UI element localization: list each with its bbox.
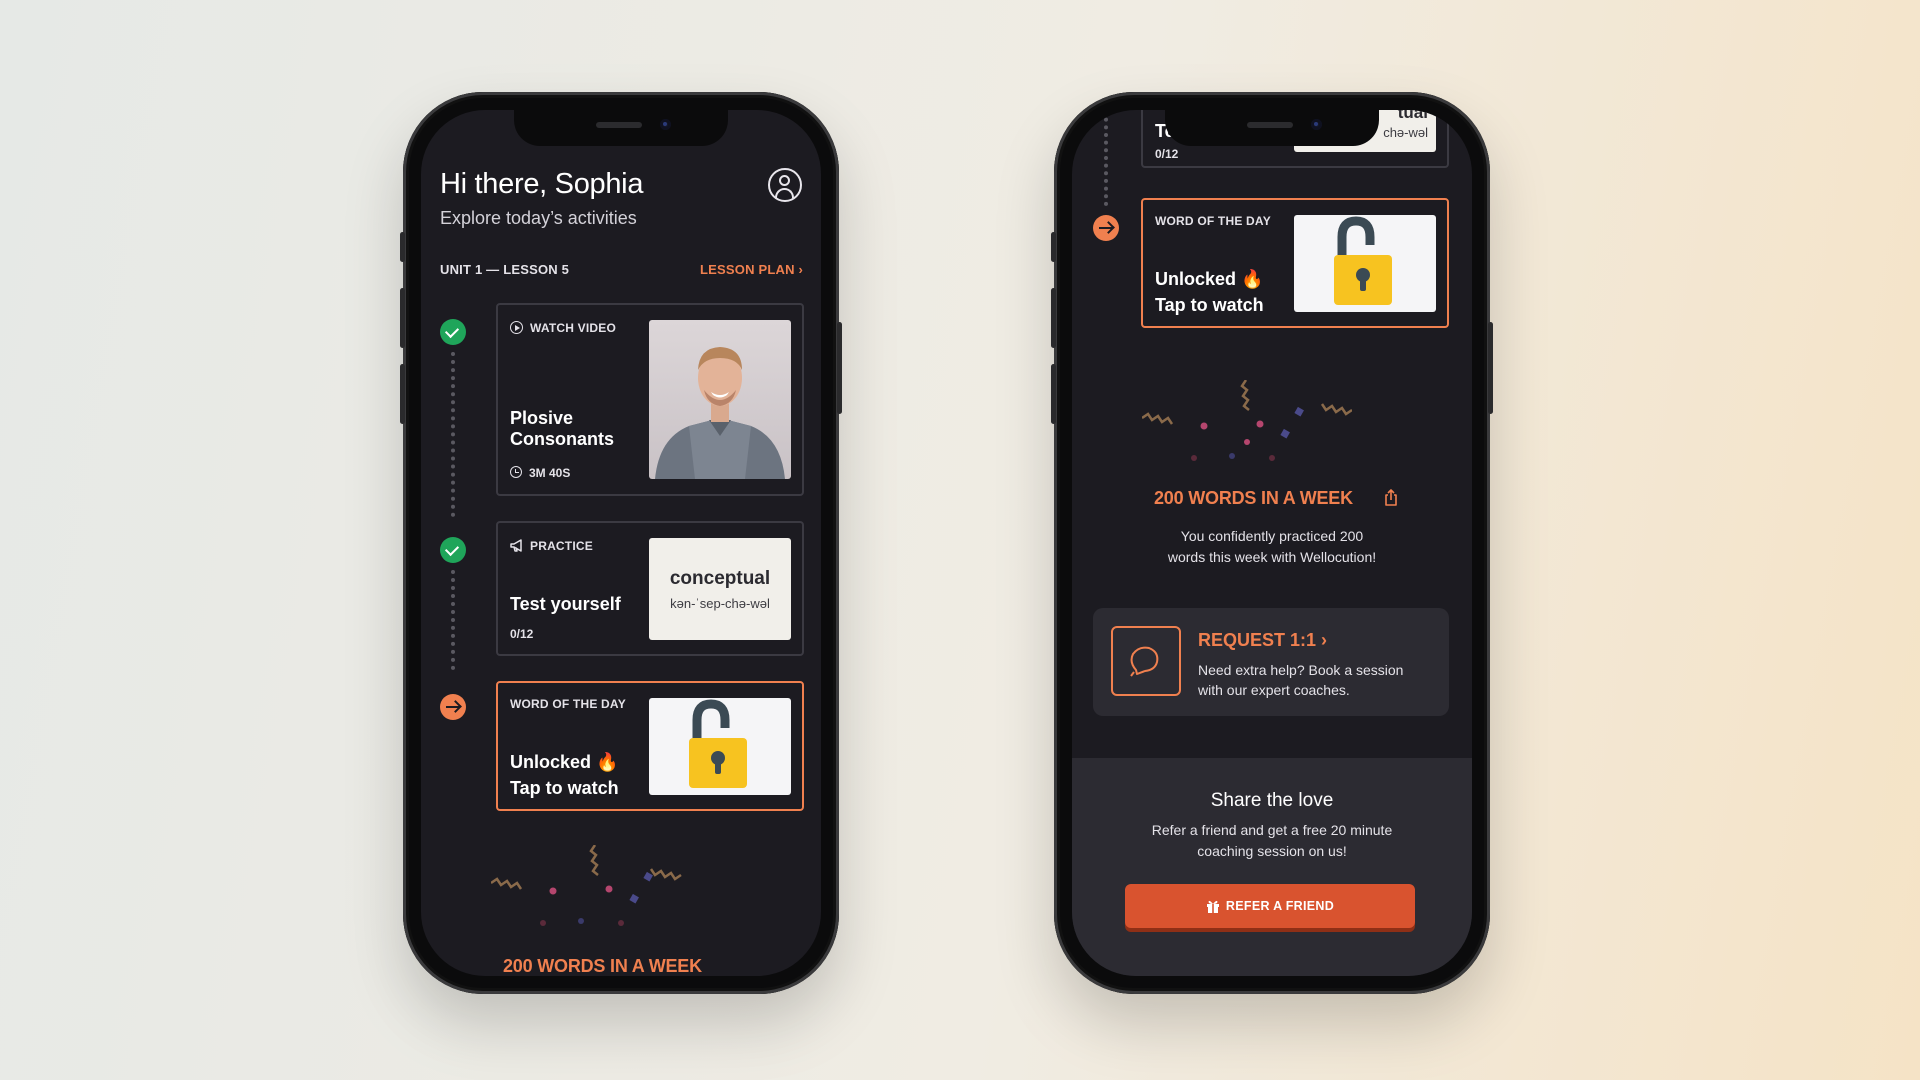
video-duration: 3M 40S (529, 466, 571, 480)
clock-icon (510, 466, 522, 478)
request-desc: with our expert coaches. (1198, 682, 1350, 698)
share-section: Share the love Refer a friend and get a … (1072, 758, 1472, 976)
phone-side-button (400, 288, 405, 348)
activity-title: Tap to watch (1155, 295, 1264, 315)
greeting-title: Hi there, Sophia (440, 168, 644, 200)
flashcard-word: tual (1397, 110, 1428, 122)
phone-side-button (1051, 288, 1056, 348)
chat-bubble-icon (1111, 626, 1181, 696)
activity-tag: PRACTICE (530, 539, 593, 553)
phone-side-button (400, 232, 405, 262)
unit-lesson-label: UNIT 1 — LESSON 5 (440, 262, 570, 277)
timeline-connector (1104, 110, 1108, 206)
activity-title: Consonants (510, 429, 615, 449)
flashcard[interactable]: conceptual kən-ˈsep-chə-wəl (649, 538, 791, 640)
activity-card-word-of-day[interactable]: WORD OF THE DAY Unlocked 🔥 Tap to watch (496, 681, 804, 811)
greeting-subtitle: Explore today’s activities (440, 208, 637, 228)
activity-tag: WATCH VIDEO (530, 321, 616, 335)
check-icon (440, 537, 466, 563)
phone-side-button (400, 364, 405, 424)
activity-title: Unlocked 🔥 (510, 752, 619, 772)
gift-icon (1206, 900, 1219, 913)
phone-right: Te 0/12 tual chə-wəl WORD OF THE DAY Unl… (1051, 92, 1493, 994)
phone-side-button (1051, 232, 1056, 262)
practice-progress: 0/12 (1155, 147, 1179, 161)
flashcard-word: conceptual (669, 567, 771, 589)
check-icon (440, 319, 466, 345)
refer-friend-label: REFER A FRIEND (1225, 899, 1335, 913)
notch (514, 110, 728, 146)
activity-title: Plosive (510, 408, 574, 428)
video-thumbnail[interactable] (649, 320, 791, 479)
phone-side-button (1051, 364, 1056, 424)
request-desc: Need extra help? Book a session (1198, 662, 1404, 678)
flashcard-phonetic: chə-wəl (1383, 125, 1428, 140)
share-icon[interactable] (1384, 489, 1398, 506)
phone-side-button (837, 322, 842, 414)
app-screen-left: Hi there, Sophia Explore today’s activit… (421, 110, 821, 976)
phone-side-button (1488, 322, 1493, 414)
share-desc: coaching session on us! (1197, 843, 1347, 859)
flashcard-phonetic: kən-ˈsep-chə-wəl (670, 595, 770, 611)
lock-open-icon (649, 698, 791, 795)
achievement-desc: You confidently practiced 200 (1180, 528, 1364, 544)
activity-title: Test yourself (510, 594, 621, 614)
achievement-title: 200 WORDS IN A WEEK (1154, 488, 1353, 508)
confetti-decoration (1142, 380, 1352, 461)
phone-left: Hi there, Sophia Explore today’s activit… (400, 92, 842, 994)
arrow-right-icon (440, 694, 466, 720)
app-screen-right: Te 0/12 tual chə-wəl WORD OF THE DAY Unl… (1072, 110, 1472, 976)
request-title[interactable]: REQUEST 1:1 › (1198, 630, 1327, 651)
megaphone-icon (510, 539, 522, 552)
achievement-title-peek: 200 WORDS IN A WEEK (503, 956, 702, 976)
lesson-plan-link[interactable]: LESSON PLAN › (700, 262, 803, 277)
activity-title: Tap to watch (510, 778, 619, 798)
activity-card-word-of-day[interactable]: WORD OF THE DAY Unlocked 🔥 Tap to watch (1141, 198, 1449, 328)
confetti-decoration (491, 845, 682, 926)
activity-card-practice[interactable]: PRACTICE Test yourself 0/12 conceptual k… (496, 521, 804, 656)
activity-title: Unlocked 🔥 (1155, 269, 1264, 289)
arrow-right-icon (1093, 215, 1119, 241)
activity-card-video[interactable]: WATCH VIDEO Plosive Consonants 3M 40S (496, 303, 804, 496)
activity-tag: WORD OF THE DAY (510, 697, 626, 711)
activity-tag: WORD OF THE DAY (1155, 214, 1271, 228)
timeline-connector (451, 352, 455, 517)
profile-icon[interactable] (768, 168, 802, 202)
practice-progress: 0/12 (510, 627, 534, 641)
share-title: Share the love (1210, 790, 1334, 811)
timeline-connector (451, 570, 455, 670)
achievement-desc: words this week with Wellocution! (1167, 549, 1377, 565)
play-icon (510, 321, 523, 334)
lock-open-icon (1294, 215, 1436, 312)
notch (1165, 110, 1379, 146)
refer-friend-button[interactable]: REFER A FRIEND (1125, 884, 1415, 928)
share-desc: Refer a friend and get a free 20 minute (1151, 822, 1393, 838)
request-coaching-card[interactable]: REQUEST 1:1 › Need extra help? Book a se… (1093, 608, 1449, 716)
